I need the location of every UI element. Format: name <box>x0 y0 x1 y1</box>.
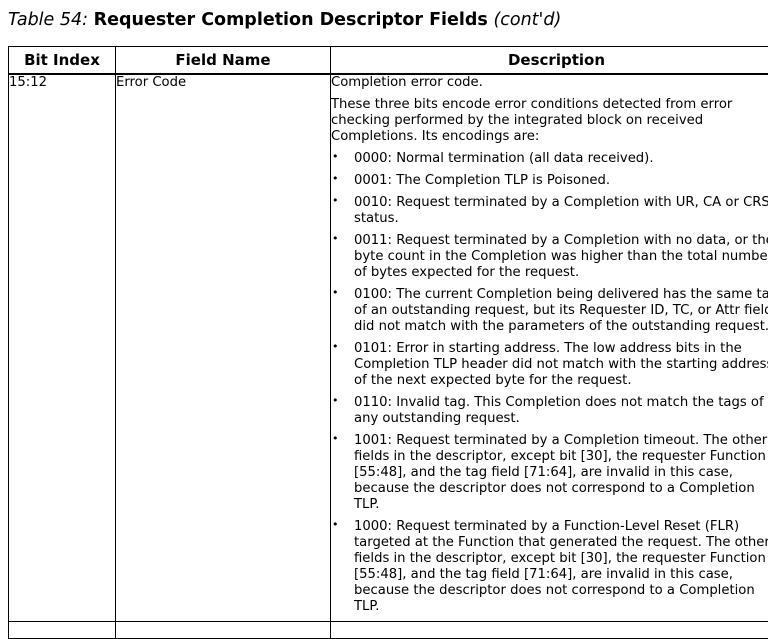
bullet-icon: • <box>332 341 339 353</box>
table-caption: Table 54: Requester Completion Descripto… <box>8 8 561 32</box>
next-row-cell <box>9 622 116 639</box>
header-description: Description <box>331 47 768 75</box>
next-row-cell <box>331 622 768 639</box>
bullet-icon: • <box>332 519 339 531</box>
list-item: • 0100: The current Completion being deli… <box>331 287 768 335</box>
bullet-icon: • <box>332 233 339 245</box>
encoding-text: 0011: Request terminated by a Completion… <box>354 233 768 280</box>
descriptor-fields-table: Bit Index Field Name Description 15:12 E… <box>8 46 768 639</box>
caption-label: Table 54: <box>8 10 88 30</box>
list-item: • 0000: Normal termination (all data rece… <box>331 151 768 167</box>
caption-continued: (cont'd) <box>493 10 561 30</box>
list-item: • 0001: The Completion TLP is Poisoned. <box>331 173 768 189</box>
description-paragraph: These three bits encode error conditions… <box>331 97 768 145</box>
list-item: • 0110: Invalid tag. This Completion does… <box>331 395 768 427</box>
encoding-text: 0001: The Completion TLP is Poisoned. <box>354 173 610 188</box>
header-bit-index: Bit Index <box>9 47 116 75</box>
encoding-list: • 0000: Normal termination (all data rece… <box>331 151 768 615</box>
bullet-icon: • <box>332 433 339 445</box>
table-header-row: Bit Index Field Name Description <box>9 47 768 75</box>
bullet-icon: • <box>332 287 339 299</box>
description-intro: Completion error code. <box>331 75 768 91</box>
list-item: • 0011: Request terminated by a Completio… <box>331 233 768 281</box>
header-field-name: Field Name <box>116 47 331 75</box>
table-row: 15:12 Error Code Completion error code. … <box>9 74 768 622</box>
bullet-icon: • <box>332 195 339 207</box>
bit-index-cell: 15:12 <box>9 74 116 622</box>
bullet-icon: • <box>332 173 339 185</box>
description-cell: Completion error code. These three bits … <box>331 74 768 622</box>
encoding-text: 0110: Invalid tag. This Completion does … <box>354 395 764 426</box>
field-name-cell: Error Code <box>116 74 331 622</box>
encoding-text: 0101: Error in starting address. The low… <box>354 341 768 388</box>
encoding-text: 1001: Request terminated by a Completion… <box>354 433 767 512</box>
list-item: • 0101: Error in starting address. The lo… <box>331 341 768 389</box>
bullet-icon: • <box>332 395 339 407</box>
list-item: • 1000: Request terminated by a Function-… <box>331 519 768 615</box>
caption-title: Requester Completion Descriptor Fields <box>94 10 488 30</box>
next-row-cell <box>116 622 331 639</box>
bullet-icon: • <box>332 151 339 163</box>
encoding-text: 0010: Request terminated by a Completion… <box>354 195 768 226</box>
encoding-text: 1000: Request terminated by a Function-L… <box>354 519 768 614</box>
list-item: • 0010: Request terminated by a Completio… <box>331 195 768 227</box>
encoding-text: 0000: Normal termination (all data recei… <box>354 151 654 166</box>
table-row <box>9 622 768 639</box>
list-item: • 1001: Request terminated by a Completio… <box>331 433 768 513</box>
encoding-text: 0100: The current Completion being deliv… <box>354 287 768 334</box>
